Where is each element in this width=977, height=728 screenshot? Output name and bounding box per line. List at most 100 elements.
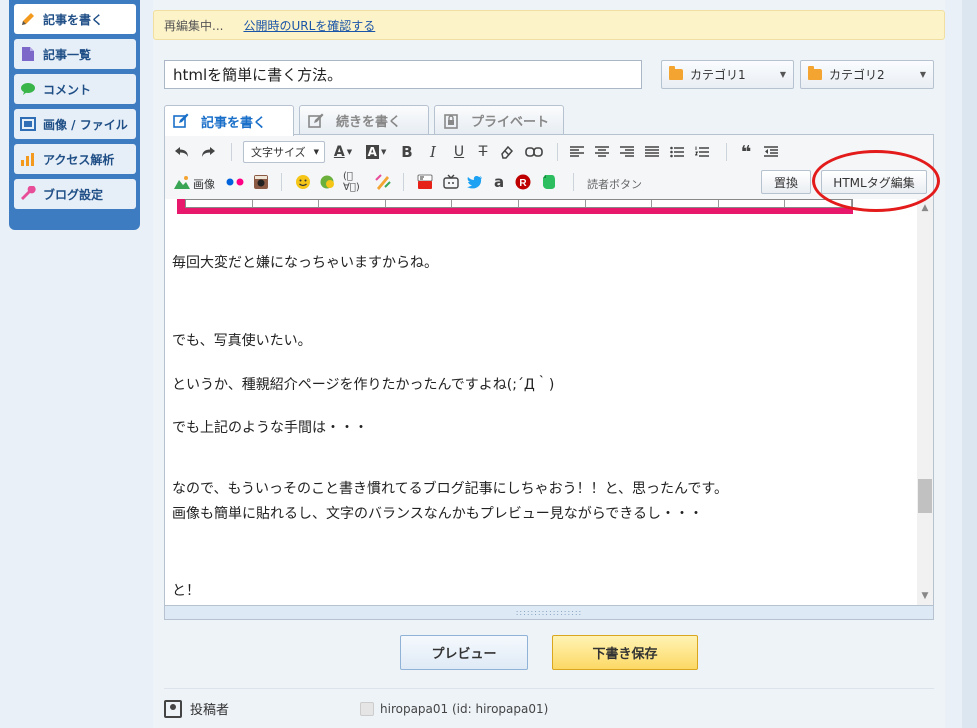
toolbar-divider bbox=[573, 173, 574, 191]
sidebar-item-write-post[interactable]: 記事を書く bbox=[14, 4, 136, 34]
image-button-label: 画像 bbox=[193, 178, 215, 191]
editor: 文字サイズ ▼ A ▼ A ▼ B I U T ❝ 画像 (ﾟ∀ﾟ) a R 読… bbox=[164, 134, 934, 620]
align-right-icon[interactable] bbox=[617, 142, 637, 162]
speech-bubble-icon bbox=[19, 80, 37, 98]
editor-scrollbar[interactable]: ▲ ▼ bbox=[917, 199, 933, 605]
preview-button[interactable]: プレビュー bbox=[400, 635, 528, 670]
align-left-icon[interactable] bbox=[567, 142, 587, 162]
image-icon[interactable] bbox=[173, 173, 191, 191]
html-tag-edit-button[interactable]: HTMLタグ編集 bbox=[821, 170, 927, 194]
bar-chart-icon bbox=[19, 150, 37, 168]
fotolife-icon[interactable] bbox=[373, 173, 393, 191]
blockquote-icon[interactable]: ❝ bbox=[736, 142, 756, 163]
undo-icon[interactable] bbox=[173, 143, 191, 161]
folder-icon bbox=[808, 66, 822, 80]
youtube-icon[interactable] bbox=[415, 173, 435, 191]
chevron-down-icon: ▼ bbox=[779, 70, 786, 79]
author-name: hiropapa01 (id: hiropapa01) bbox=[380, 701, 549, 716]
document-icon bbox=[19, 45, 37, 63]
category-select-2[interactable]: カテゴリ2 ▼ bbox=[800, 60, 934, 89]
stamp-icon[interactable] bbox=[318, 173, 338, 191]
niconico-icon[interactable] bbox=[441, 173, 461, 191]
align-center-icon[interactable] bbox=[592, 142, 612, 162]
pencil-icon bbox=[19, 10, 37, 28]
scroll-up-icon[interactable]: ▲ bbox=[917, 201, 933, 215]
toolbar-divider bbox=[281, 173, 282, 191]
font-size-select[interactable]: 文字サイズ ▼ bbox=[243, 141, 325, 163]
sidebar-item-comments[interactable]: コメント bbox=[14, 74, 136, 104]
edit-icon bbox=[308, 113, 324, 129]
public-url-link[interactable]: 公開時のURLを確認する bbox=[243, 17, 375, 34]
sidebar-item-post-list[interactable]: 記事一覧 bbox=[14, 39, 136, 69]
page-edge bbox=[962, 0, 977, 728]
tab-continue-writing[interactable]: 続きを書く bbox=[299, 105, 429, 135]
category-label: カテゴリ1 bbox=[690, 68, 746, 82]
amazon-icon[interactable]: a bbox=[489, 173, 509, 191]
reader-button-link[interactable]: 読者ボタン bbox=[587, 176, 642, 192]
italic-icon[interactable]: I bbox=[423, 142, 443, 162]
edit-notice-bar: 再編集中... 公開時のURLを確認する bbox=[153, 10, 945, 40]
sidebar-item-blog-settings[interactable]: ブログ設定 bbox=[14, 179, 136, 209]
chevron-down-icon: ▼ bbox=[919, 70, 926, 79]
user-icon bbox=[164, 699, 182, 718]
emoji-icon[interactable] bbox=[293, 173, 313, 191]
instagram-icon[interactable] bbox=[251, 173, 271, 191]
scrollbar-thumb[interactable] bbox=[918, 479, 932, 513]
editor-content[interactable]: 毎回大変だと嫌になっちゃいますからね。 でも、写真使いたい。 というか、種親紹介… bbox=[165, 199, 917, 605]
bold-icon[interactable]: B bbox=[397, 142, 417, 162]
sidebar: 記事を書く 記事一覧 コメント 画像 / ファイル アクセス解析 ブログ設定 bbox=[9, 0, 140, 230]
svg-text:R: R bbox=[519, 178, 527, 189]
link-icon[interactable] bbox=[523, 142, 545, 162]
paragraph: というか、種親紹介ページを作りたかったんですよね(;´Д｀) bbox=[172, 377, 555, 393]
replace-button[interactable]: 置換 bbox=[761, 170, 811, 194]
tab-private[interactable]: プライベート bbox=[434, 105, 564, 135]
wrench-icon bbox=[19, 185, 37, 203]
author-label: 投稿者 bbox=[190, 703, 230, 718]
category-select-1[interactable]: カテゴリ1 ▼ bbox=[661, 60, 794, 89]
sidebar-item-label: 記事一覧 bbox=[43, 47, 92, 62]
font-size-label: 文字サイズ bbox=[251, 146, 306, 159]
sidebar-item-analytics[interactable]: アクセス解析 bbox=[14, 144, 136, 174]
tab-label: 記事を書く bbox=[201, 115, 267, 131]
paragraph: でも上記のような手間は・・・ bbox=[172, 420, 368, 436]
editor-resize-handle[interactable]: :::::::::::::::::: bbox=[165, 605, 933, 619]
chevron-down-icon: ▼ bbox=[313, 148, 319, 156]
twitter-icon[interactable] bbox=[465, 173, 485, 191]
sidebar-item-images-files[interactable]: 画像 / ファイル bbox=[14, 109, 136, 139]
outdent-icon[interactable] bbox=[761, 142, 781, 162]
paragraph: と！ bbox=[172, 583, 200, 599]
save-draft-button[interactable]: 下書き保存 bbox=[552, 635, 698, 670]
embedded-table-image bbox=[177, 199, 853, 214]
numbered-list-icon[interactable] bbox=[692, 142, 712, 162]
text-color-icon[interactable]: A ▼ bbox=[331, 142, 355, 162]
toolbar-divider bbox=[557, 143, 558, 161]
paragraph: なので、もういっそのこと書き慣れてるブログ記事にしちゃおう！！と、思ったんです。 bbox=[172, 481, 728, 497]
clear-format-icon[interactable] bbox=[497, 142, 517, 162]
sidebar-item-label: コメント bbox=[43, 82, 92, 97]
highlight-color-icon[interactable]: A ▼ bbox=[361, 142, 391, 162]
scroll-down-icon[interactable]: ▼ bbox=[917, 589, 933, 603]
toolbar-divider bbox=[726, 143, 727, 161]
lock-icon bbox=[443, 113, 459, 129]
author-row: 投稿者 hiropapa01 (id: hiropapa01) bbox=[164, 688, 934, 728]
sidebar-item-label: ブログ設定 bbox=[43, 187, 104, 202]
editor-toolbar: 文字サイズ ▼ A ▼ A ▼ B I U T ❝ 画像 (ﾟ∀ﾟ) a R 読… bbox=[165, 135, 933, 199]
category-label: カテゴリ2 bbox=[829, 68, 885, 82]
kaomoji-icon[interactable]: (ﾟ∀ﾟ) bbox=[343, 171, 369, 193]
rakuten-icon[interactable]: R bbox=[513, 173, 533, 191]
strikethrough-icon[interactable]: T bbox=[473, 142, 493, 162]
align-justify-icon[interactable] bbox=[642, 142, 662, 162]
toolbar-divider bbox=[403, 173, 404, 191]
evernote-icon[interactable] bbox=[539, 173, 559, 191]
underline-icon[interactable]: U bbox=[449, 142, 469, 162]
flickr-icon[interactable] bbox=[225, 173, 245, 191]
paragraph: 画像も簡単に貼れるし、文字のバランスなんかもプレビュー見ながらできるし・・・ bbox=[172, 506, 704, 522]
table-cells bbox=[185, 199, 853, 208]
bullet-list-icon[interactable] bbox=[667, 142, 687, 162]
sidebar-item-label: 記事を書く bbox=[43, 12, 104, 27]
tab-write-post[interactable]: 記事を書く bbox=[164, 105, 294, 136]
tab-label: プライベート bbox=[471, 115, 550, 130]
title-input[interactable] bbox=[164, 60, 642, 89]
folder-icon bbox=[669, 66, 683, 80]
redo-icon[interactable] bbox=[199, 143, 217, 161]
